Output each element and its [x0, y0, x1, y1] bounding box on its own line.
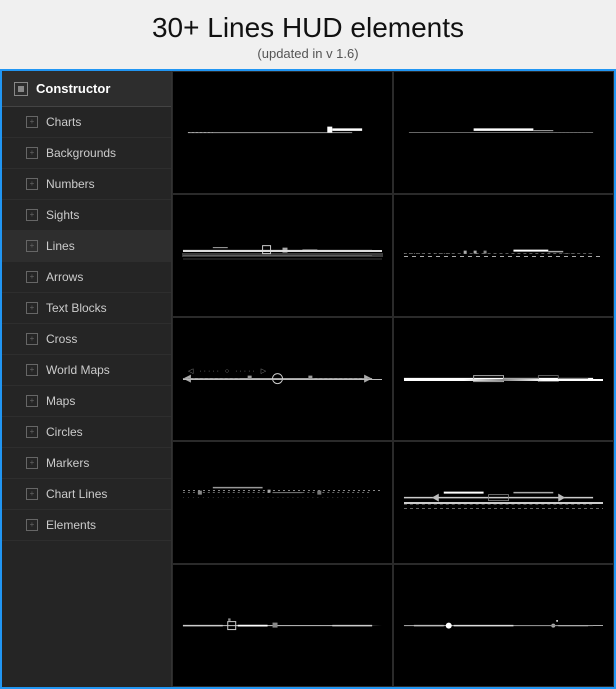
- arrows-icon: [26, 271, 38, 283]
- page-subtitle: (updated in v 1.6): [0, 46, 616, 61]
- sidebar-item-sights[interactable]: Sights: [2, 200, 171, 231]
- lines-icon: [26, 240, 38, 252]
- constructor-icon: [14, 82, 28, 96]
- hud-cell-2-1[interactable]: [172, 194, 393, 317]
- sidebar-item-label: Cross: [46, 332, 77, 346]
- sidebar-item-label: World Maps: [46, 363, 110, 377]
- markers-icon: [26, 457, 38, 469]
- sidebar-item-elements[interactable]: Elements: [2, 510, 171, 541]
- hud-cell-4-1[interactable]: [172, 441, 393, 564]
- hud-cell-1-2[interactable]: [393, 71, 614, 194]
- hud-cell-1-1[interactable]: [172, 71, 393, 194]
- sidebar-item-label: Markers: [46, 456, 89, 470]
- charts-icon: [26, 116, 38, 128]
- hud-cell-3-1[interactable]: [172, 317, 393, 440]
- sidebar-item-label: Charts: [46, 115, 81, 129]
- sidebar-item-label: Backgrounds: [46, 146, 116, 160]
- sidebar-item-lines[interactable]: Lines: [2, 231, 171, 262]
- sidebar-item-label: Sights: [46, 208, 79, 222]
- hud-cell-5-1[interactable]: [172, 564, 393, 687]
- sights-icon: [26, 209, 38, 221]
- hud-cell-2-2[interactable]: [393, 194, 614, 317]
- sidebar-item-label: Lines: [46, 239, 75, 253]
- sidebar-item-arrows[interactable]: Arrows: [2, 262, 171, 293]
- elements-icon: [26, 519, 38, 531]
- world-maps-icon: [26, 364, 38, 376]
- sidebar-item-cross[interactable]: Cross: [2, 324, 171, 355]
- hud-cell-3-2[interactable]: [393, 317, 614, 440]
- sidebar-item-circles[interactable]: Circles: [2, 417, 171, 448]
- cross-icon: [26, 333, 38, 345]
- sidebar-item-world-maps[interactable]: World Maps: [2, 355, 171, 386]
- sidebar-item-numbers[interactable]: Numbers: [2, 169, 171, 200]
- circles-icon: [26, 426, 38, 438]
- sidebar-item-label: Numbers: [46, 177, 95, 191]
- backgrounds-icon: [26, 147, 38, 159]
- sidebar-item-backgrounds[interactable]: Backgrounds: [2, 138, 171, 169]
- sidebar-item-label: Text Blocks: [46, 301, 107, 315]
- text-blocks-icon: [26, 302, 38, 314]
- maps-icon: [26, 395, 38, 407]
- hud-cell-5-2[interactable]: [393, 564, 614, 687]
- content-grid: [172, 71, 614, 687]
- sidebar-item-chart-lines[interactable]: Chart Lines: [2, 479, 171, 510]
- hud-cell-4-2[interactable]: [393, 441, 614, 564]
- sidebar-item-text-blocks[interactable]: Text Blocks: [2, 293, 171, 324]
- sidebar: Constructor Charts Backgrounds Numbers S…: [2, 71, 172, 687]
- sidebar-item-label: Maps: [46, 394, 75, 408]
- sidebar-item-charts[interactable]: Charts: [2, 107, 171, 138]
- sidebar-item-maps[interactable]: Maps: [2, 386, 171, 417]
- sidebar-header[interactable]: Constructor: [2, 71, 171, 107]
- sidebar-item-label: Elements: [46, 518, 96, 532]
- main-container: Constructor Charts Backgrounds Numbers S…: [0, 69, 616, 689]
- page-title: 30+ Lines HUD elements: [0, 0, 616, 46]
- numbers-icon: [26, 178, 38, 190]
- sidebar-item-label: Arrows: [46, 270, 83, 284]
- sidebar-header-label: Constructor: [36, 81, 110, 96]
- sidebar-item-label: Circles: [46, 425, 83, 439]
- sidebar-item-markers[interactable]: Markers: [2, 448, 171, 479]
- sidebar-item-label: Chart Lines: [46, 487, 107, 501]
- chart-lines-icon: [26, 488, 38, 500]
